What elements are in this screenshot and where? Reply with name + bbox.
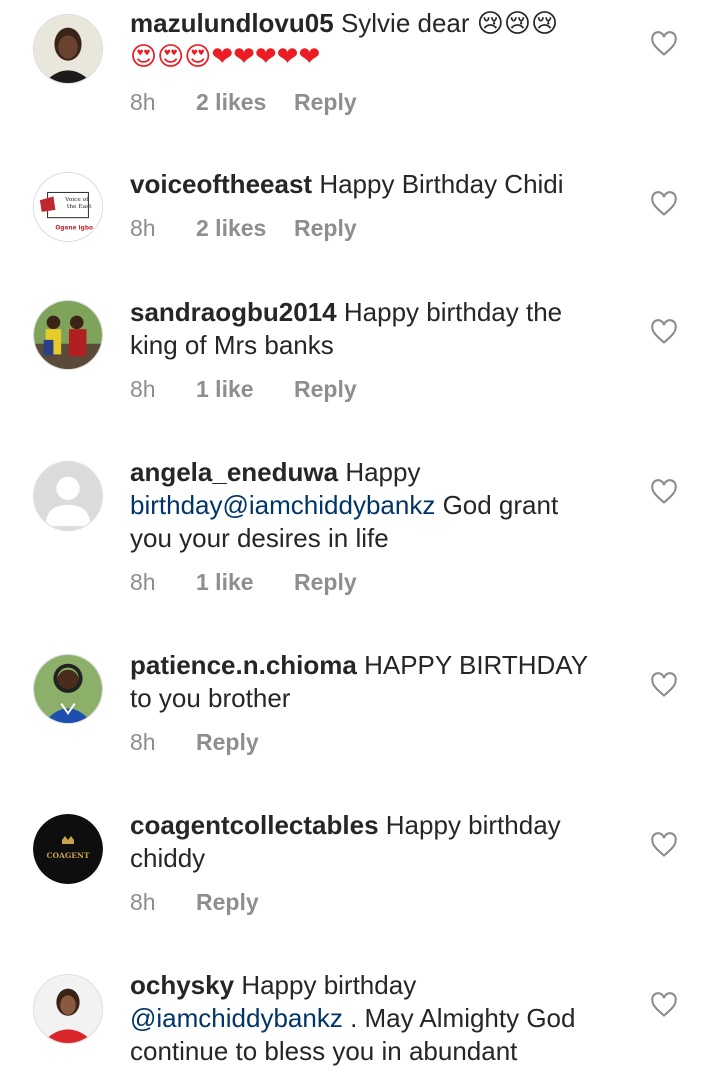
reply-button[interactable]: Reply: [294, 374, 357, 404]
username-link[interactable]: voiceoftheeast: [130, 169, 312, 199]
comment-body: HAPPY BIRTHDAY: [364, 650, 589, 680]
comment-meta: 8h 2 likes Reply: [130, 213, 357, 243]
comment-body: to you brother: [130, 683, 291, 713]
comment-body: God grant: [442, 490, 559, 520]
default-user-silhouette-icon: [34, 462, 102, 530]
comment-body: continue to bless you in abundant: [130, 1036, 518, 1066]
timestamp: 8h: [130, 889, 156, 915]
group-photo-icon: [34, 301, 102, 369]
reply-button[interactable]: Reply: [294, 87, 357, 117]
avatar[interactable]: COAGENT: [33, 814, 103, 884]
comment-body: king of Mrs banks: [130, 330, 334, 360]
avatar[interactable]: [33, 654, 103, 724]
comment-body: Happy birthday: [385, 810, 561, 840]
username-link[interactable]: coagentcollectables: [130, 810, 379, 840]
voice-of-the-east-logo-icon: Voice of the East Ogene Igbo: [34, 173, 102, 241]
username-link[interactable]: ochysky: [130, 970, 234, 1000]
avatar[interactable]: [33, 461, 103, 531]
heart-outline-icon: [651, 672, 677, 697]
svg-text:Ogene Igbo: Ogene Igbo: [55, 225, 93, 231]
heart-outline-icon: [651, 319, 677, 344]
coagent-logo-icon: COAGENT: [33, 814, 103, 884]
timestamp: 8h: [130, 729, 156, 755]
comment-text: voiceoftheeast Happy Birthday Chidi: [130, 168, 620, 201]
heart-outline-icon: [651, 832, 677, 857]
avatar[interactable]: Voice of the East Ogene Igbo: [33, 172, 103, 242]
likes-count[interactable]: 2 likes: [196, 87, 294, 117]
comment-text: patience.n.chioma HAPPY BIRTHDAY to you …: [130, 649, 620, 715]
mention-link[interactable]: @iamchiddybankz: [130, 1003, 343, 1033]
heart-outline-icon: [651, 479, 677, 504]
comment-body: Happy birthday: [241, 970, 417, 1000]
likes-count[interactable]: 1 like: [196, 567, 294, 597]
username-link[interactable]: sandraogbu2014: [130, 297, 337, 327]
comment-body: . May Almighty God: [350, 1003, 576, 1033]
timestamp: 8h: [130, 569, 156, 595]
reply-button[interactable]: Reply: [294, 567, 357, 597]
svg-text:Voice of: Voice of: [64, 197, 89, 203]
woman-outdoor-portrait-icon: [34, 655, 102, 723]
woman-red-dress-portrait-icon: [34, 975, 102, 1043]
likes-count[interactable]: 1 like: [196, 374, 294, 404]
comment-meta: 8h Reply: [130, 887, 259, 917]
like-button[interactable]: [650, 191, 678, 217]
like-button[interactable]: [650, 672, 678, 698]
comment-text: angela_eneduwa Happy birthday@iamchiddyb…: [130, 456, 620, 555]
svg-text:COAGENT: COAGENT: [47, 851, 90, 860]
comment-text: sandraogbu2014 Happy birthday the king o…: [130, 296, 620, 362]
emoji-row: 😍😍😍❤❤❤❤❤: [130, 42, 321, 72]
username-link[interactable]: mazulundlovu05: [130, 8, 334, 38]
timestamp: 8h: [130, 376, 156, 402]
mention-link[interactable]: birthday@iamchiddybankz: [130, 490, 435, 520]
comment-body: chiddy: [130, 843, 206, 873]
comment-text: ochysky Happy birthday @iamchiddybankz .…: [130, 969, 620, 1068]
svg-text:the East: the East: [67, 204, 92, 210]
comment-body: Happy Birthday Chidi: [319, 169, 564, 199]
timestamp: 8h: [130, 89, 156, 115]
username-link[interactable]: angela_eneduwa: [130, 457, 338, 487]
like-button[interactable]: [650, 479, 678, 505]
comment-meta: 8h 1 like Reply: [130, 567, 357, 597]
avatar[interactable]: [33, 14, 103, 84]
reply-button[interactable]: Reply: [294, 213, 357, 243]
comment-body: Sylvie dear 😢😢😢: [340, 8, 559, 38]
comment-meta: 8h 2 likes Reply: [130, 87, 357, 117]
woman-portrait-icon: [34, 15, 102, 83]
comment-text: mazulundlovu05 Sylvie dear 😢😢😢 😍😍😍❤❤❤❤❤: [130, 7, 620, 74]
avatar[interactable]: [33, 300, 103, 370]
heart-outline-icon: [651, 992, 677, 1017]
timestamp: 8h: [130, 215, 156, 241]
comment-meta: 8h 1 like Reply: [130, 374, 357, 404]
username-link[interactable]: patience.n.chioma: [130, 650, 357, 680]
likes-count[interactable]: 2 likes: [196, 213, 294, 243]
comment-body: Happy: [345, 457, 421, 487]
like-button[interactable]: [650, 832, 678, 858]
reply-button[interactable]: Reply: [196, 887, 259, 917]
heart-outline-icon: [651, 191, 677, 216]
comment-body: Happy birthday the: [343, 297, 563, 327]
like-button[interactable]: [650, 319, 678, 345]
comment-meta: 8h Reply: [130, 727, 259, 757]
heart-outline-icon: [651, 31, 677, 56]
comment-text: coagentcollectables Happy birthday chidd…: [130, 809, 620, 875]
comment-body: you your desires in life: [130, 523, 389, 553]
reply-button[interactable]: Reply: [196, 727, 259, 757]
like-button[interactable]: [650, 992, 678, 1018]
like-button[interactable]: [650, 31, 678, 57]
avatar[interactable]: [33, 974, 103, 1044]
